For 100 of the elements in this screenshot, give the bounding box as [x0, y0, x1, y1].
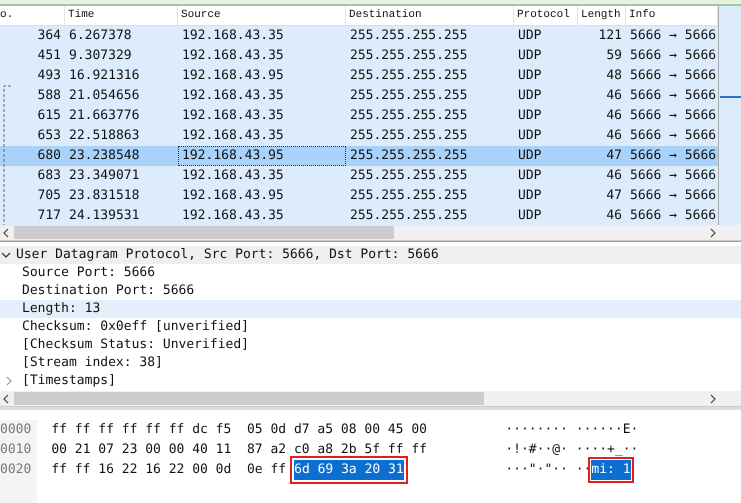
horizontal-scrollbar[interactable]	[0, 225, 741, 241]
table-cell-text: 59	[605, 47, 623, 65]
table-cell-text: 255.255.255.255	[349, 27, 468, 45]
table-cell-text: 5666 → 5666	[629, 27, 718, 45]
column-header[interactable]: o.	[0, 6, 65, 25]
column-header[interactable]: Time	[65, 6, 178, 25]
table-cell-text: 615	[36, 107, 62, 125]
table-cell-text: 255.255.255.255	[349, 87, 468, 105]
table-cell-text: 192.168.43.95	[181, 187, 285, 205]
table-cell-text: 16.921316	[68, 67, 140, 85]
table-cell-text: UDP	[517, 67, 542, 85]
hex-bytes: 00 21 07 23 00 00 40 11 87 a2 c0 a8 2b 5f ff ff	[51, 441, 427, 459]
related-packet-bracket-icon	[2, 85, 12, 225]
table-cell-text: 451	[36, 47, 62, 65]
table-cell-text: 47	[605, 147, 623, 165]
table-cell-text: UDP	[517, 107, 542, 125]
byte-offset: 0020	[0, 461, 32, 479]
table-cell-text: 9.307329	[68, 47, 133, 65]
table-cell-text: 5666 → 5666	[629, 67, 718, 85]
table-cell-text: 255.255.255.255	[349, 107, 468, 125]
table-cell-text: 192.168.43.35	[181, 27, 285, 45]
table-cell-text: 21.663776	[68, 107, 140, 125]
table-cell-text: UDP	[517, 47, 542, 65]
table-cell-text: 255.255.255.255	[349, 47, 468, 65]
table-cell-text: 255.255.255.255	[349, 207, 468, 225]
table-cell-text: 680	[36, 147, 62, 165]
table-cell-text: UDP	[517, 27, 542, 45]
packet-row[interactable]: 680 23.238548 192.168.43.95 255.255.255.255 UDP 47 5666 → 5666	[0, 146, 718, 166]
table-cell-text: 192.168.43.35	[181, 87, 285, 105]
table-cell-text: 705	[36, 187, 62, 205]
hex-bytes: ff ff 16 22 16 22 00 0d 0e ff	[51, 461, 286, 479]
table-cell-text: 192.168.43.35	[181, 107, 285, 125]
table-cell-text: 5666 → 5666	[629, 47, 718, 65]
tree-item[interactable]: Destination Port: 5666	[0, 282, 741, 300]
selected-hex-bytes[interactable]: 6d 69 3a 20 31	[294, 460, 404, 480]
tree-item[interactable]: [Stream index: 38]	[0, 354, 741, 372]
table-cell-text: 46	[605, 207, 623, 225]
selected-ascii-bytes[interactable]: mi: 1	[591, 460, 631, 480]
table-cell-text: 493	[36, 67, 62, 85]
table-cell-text: 255.255.255.255	[349, 147, 468, 165]
table-cell-text: 192.168.43.35	[181, 127, 285, 145]
tree-item[interactable]: User Datagram Protocol, Src Port: 5666, Dst Port: 5666	[0, 246, 741, 264]
table-cell-text: 588	[36, 87, 62, 105]
table-cell-text: 6.267378	[68, 27, 133, 45]
table-cell-text: 46	[605, 107, 623, 125]
table-cell-text: UDP	[517, 127, 542, 145]
table-cell-text: 255.255.255.255	[349, 167, 468, 185]
scroll-left-icon[interactable]	[2, 228, 10, 238]
table-cell-text: 5666 → 5666	[629, 87, 718, 105]
column-header[interactable]: Source	[178, 6, 346, 25]
table-cell-text: 21.054656	[68, 87, 140, 105]
table-cell-text: 23.238548	[68, 147, 140, 165]
tree-item[interactable]: Checksum: 0x0eff [unverified]	[0, 318, 741, 336]
horizontal-scrollbar[interactable]	[0, 391, 741, 407]
table-cell-text: 192.168.43.35	[181, 167, 285, 185]
table-cell-text: 255.255.255.255	[349, 67, 468, 85]
table-cell-text: 192.168.43.95	[181, 67, 285, 85]
packet-row[interactable]: 717 24.139531 192.168.43.35 255.255.255.255 UDP 46 5666 → 5666	[0, 206, 718, 226]
column-header[interactable]: Destination	[346, 6, 514, 25]
scroll-right-icon[interactable]	[709, 228, 717, 238]
table-cell-text: 46	[605, 167, 623, 185]
table-cell: 192.168.43.95	[178, 146, 346, 166]
table-cell-text: 47	[605, 187, 623, 205]
table-cell-text: 5666 → 5666	[629, 207, 718, 225]
column-header[interactable]: Protocol	[514, 6, 578, 25]
scroll-right-icon[interactable]	[709, 394, 717, 404]
table-cell-text: 364	[36, 27, 62, 45]
table-cell-text: 23.831518	[68, 187, 140, 205]
ascii-bytes: ········ ······E·	[505, 421, 638, 439]
tree-item[interactable]: Length: 13	[0, 300, 741, 318]
table-cell-text: 24.139531	[68, 207, 140, 225]
tree-item[interactable]: [Timestamps]	[0, 372, 741, 390]
column-header[interactable]: Length	[578, 6, 626, 25]
table-cell-text: 653	[36, 127, 62, 145]
table-cell-text: 683	[36, 167, 62, 185]
scroll-left-icon[interactable]	[2, 394, 10, 404]
table-cell-text: UDP	[517, 87, 542, 105]
hex-bytes: ff ff ff ff ff ff dc f5 05 0d d7 a5 08 00 45 00	[51, 421, 427, 439]
table-cell-text: 46	[605, 87, 623, 105]
table-cell-text: UDP	[517, 187, 542, 205]
byte-offset: 0010	[0, 441, 32, 459]
table-cell-text: 192.168.43.35	[181, 207, 285, 225]
table-cell-text: 5666 → 5666	[629, 187, 718, 205]
table-cell-text: 5666 → 5666	[629, 127, 718, 145]
tree-item[interactable]: [Checksum Status: Unverified]	[0, 336, 741, 354]
table-cell-text: 255.255.255.255	[349, 127, 468, 145]
table-cell-text: 23.349071	[68, 167, 140, 185]
table-cell-text: UDP	[517, 167, 542, 185]
table-cell-text: 22.518863	[68, 127, 140, 145]
ascii-bytes: ·!·#··@· ····+_··	[505, 441, 638, 459]
table-cell-text: 48	[605, 67, 623, 85]
table-cell-text: 46	[605, 127, 623, 145]
table-cell-text: 192.168.43.35	[181, 47, 285, 65]
table-cell-text: 717	[36, 207, 62, 225]
table-cell-text: 255.255.255.255	[349, 187, 468, 205]
table-cell-text: UDP	[517, 207, 542, 225]
tree-item[interactable]: Source Port: 5666	[0, 264, 741, 282]
table-cell-text: 5666 → 5666	[629, 147, 718, 165]
byte-offset: 0000	[0, 421, 32, 439]
table-cell-text: 5666 → 5666	[629, 167, 718, 185]
